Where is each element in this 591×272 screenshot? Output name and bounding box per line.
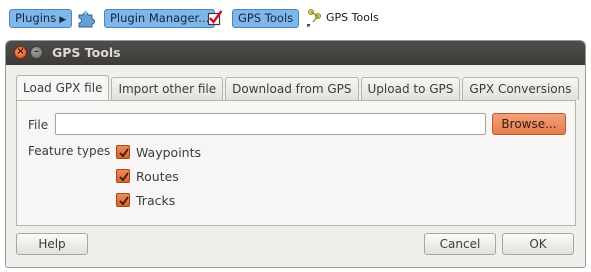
tab-download-from-gps[interactable]: Download from GPS bbox=[225, 77, 359, 100]
checkbox-checked-icon bbox=[207, 10, 223, 29]
browse-button[interactable]: Browse... bbox=[492, 113, 566, 135]
breadcrumb: Plugins ▶ Plugin Manager... GPS Tools GPS… bbox=[0, 0, 591, 38]
gps-tools-icon bbox=[305, 7, 325, 34]
plugins-label: Plugins bbox=[15, 11, 57, 25]
close-window-button[interactable]: × bbox=[14, 46, 27, 59]
tracks-label: Tracks bbox=[136, 192, 176, 208]
tracks-checkbox[interactable] bbox=[116, 193, 130, 207]
close-icon: × bbox=[16, 46, 25, 57]
tab-gpx-conversions[interactable]: GPX Conversions bbox=[462, 77, 579, 100]
minimize-window-button[interactable]: – bbox=[30, 46, 43, 59]
file-label: File bbox=[28, 118, 49, 132]
window-title: GPS Tools bbox=[52, 45, 121, 60]
plugins-menu-button[interactable]: Plugins ▶ bbox=[9, 9, 73, 28]
waypoints-label: Waypoints bbox=[136, 144, 202, 160]
help-button[interactable]: Help bbox=[16, 233, 88, 255]
waypoints-checkbox[interactable] bbox=[116, 145, 130, 159]
puzzle-piece-icon bbox=[76, 7, 98, 32]
load-gpx-panel: File Browse... Feature types Waypoints R… bbox=[16, 100, 576, 226]
ok-button[interactable]: OK bbox=[502, 233, 574, 255]
tab-bar: Load GPX file Import other file Download… bbox=[16, 75, 581, 100]
tracks-option[interactable]: Tracks bbox=[116, 191, 175, 209]
plugin-manager-button[interactable]: Plugin Manager... bbox=[104, 9, 216, 28]
title-bar: × – GPS Tools bbox=[6, 41, 585, 65]
gps-tools-dialog: × – GPS Tools Load GPX file Import other… bbox=[5, 40, 586, 268]
tab-upload-to-gps[interactable]: Upload to GPS bbox=[360, 77, 461, 100]
routes-option[interactable]: Routes bbox=[116, 167, 179, 185]
waypoints-option[interactable]: Waypoints bbox=[116, 143, 201, 161]
arrow-right-icon: ▶ bbox=[59, 15, 67, 25]
tab-load-gpx-file[interactable]: Load GPX file bbox=[16, 75, 110, 100]
feature-types-label: Feature types bbox=[28, 144, 111, 158]
gps-tools-label: GPS Tools bbox=[326, 11, 379, 24]
routes-label: Routes bbox=[136, 168, 179, 184]
file-path-input[interactable] bbox=[55, 113, 486, 135]
minimize-icon: – bbox=[34, 46, 39, 57]
cancel-button[interactable]: Cancel bbox=[424, 233, 496, 255]
gps-tools-button[interactable]: GPS Tools bbox=[232, 9, 300, 28]
routes-checkbox[interactable] bbox=[116, 169, 130, 183]
tab-import-other-file[interactable]: Import other file bbox=[111, 77, 224, 100]
